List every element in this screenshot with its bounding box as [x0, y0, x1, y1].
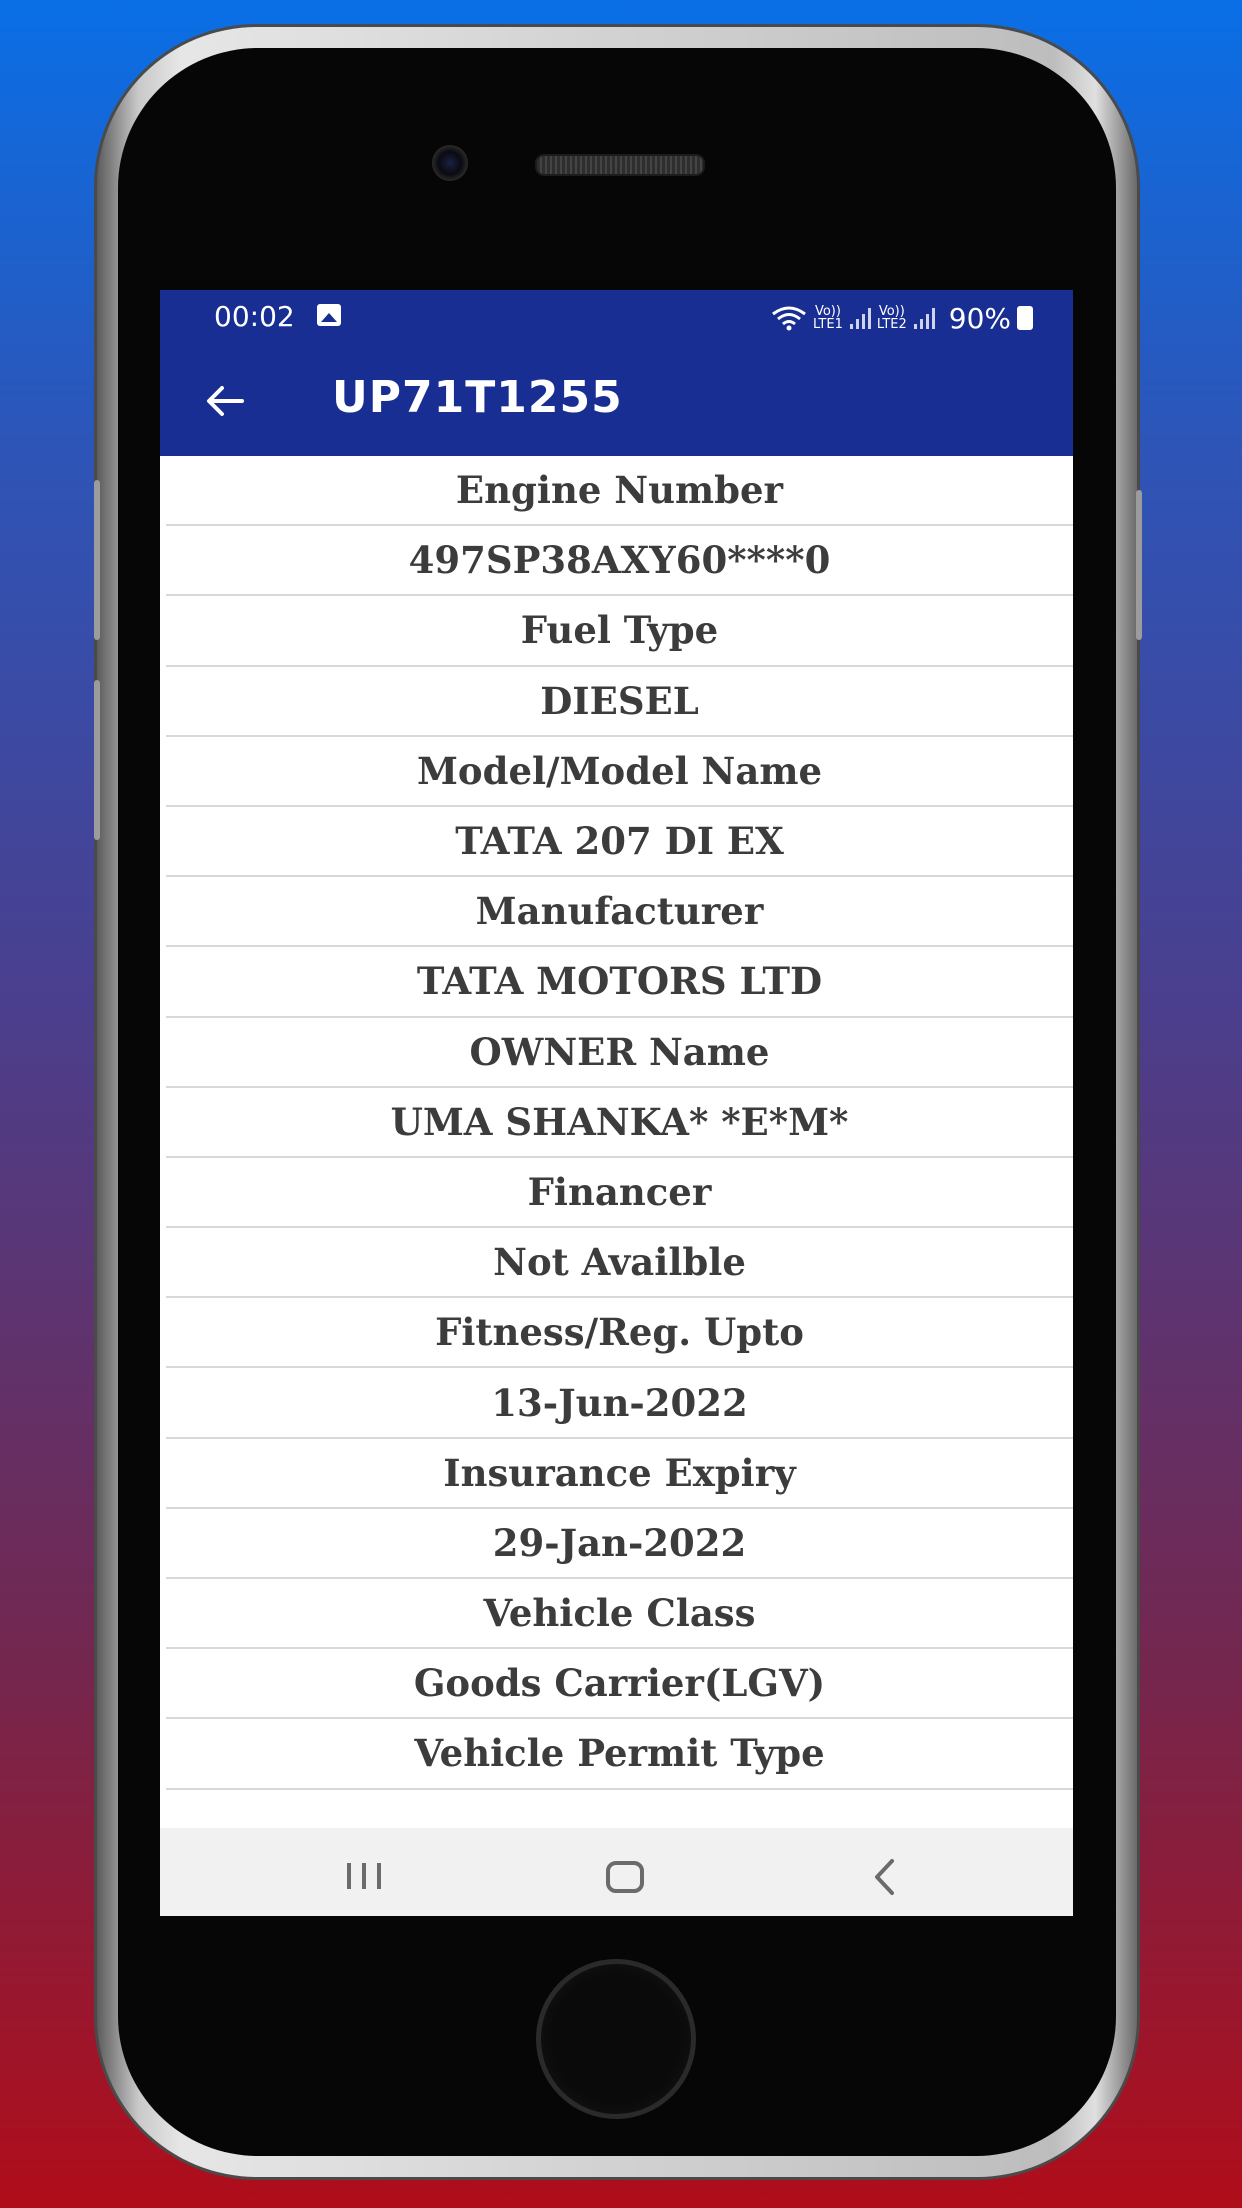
- recents-icon[interactable]: [345, 1861, 383, 1891]
- list-item: UMA SHANKA* *E*M*: [166, 1088, 1073, 1158]
- list-item: DIESEL: [166, 667, 1073, 737]
- sim2-label: Vo)) LTE2: [876, 304, 907, 332]
- home-icon[interactable]: [605, 1860, 645, 1894]
- list-item: Fitness/Reg. Upto: [166, 1298, 1073, 1369]
- list-item: TATA 207 DI EX: [166, 807, 1073, 878]
- sim1-label: Vo)) LTE1: [812, 304, 843, 332]
- system-navigation-bar: [160, 1828, 1073, 1916]
- front-camera: [432, 145, 468, 181]
- physical-home-button: [536, 1959, 696, 2119]
- list-item: Model/Model Name: [166, 737, 1073, 807]
- list-item: OWNER Name: [166, 1018, 1073, 1088]
- list-item: Engine Number: [166, 456, 1073, 527]
- list-item: Fuel Type: [166, 596, 1073, 667]
- vehicle-details-list[interactable]: Engine Number 497SP38AXY60****0 Fuel Typ…: [160, 456, 1073, 1790]
- app-bar: UP71T1255: [160, 346, 1073, 456]
- list-item: Financer: [166, 1158, 1073, 1229]
- status-indicators: Vo)) LTE1 Vo)) LTE2 90%: [771, 298, 1033, 338]
- signal-icon-sim2: [913, 308, 935, 329]
- back-arrow-icon[interactable]: [200, 376, 250, 426]
- phone-screen: 00:02 Vo)) LTE1 Vo)) LTE2 90% UP71T1255 …: [160, 290, 1073, 1916]
- back-icon[interactable]: [872, 1858, 896, 1896]
- signal-icon: [849, 308, 871, 329]
- list-item: 29-Jan-2022: [166, 1509, 1073, 1579]
- list-item: 13-Jun-2022: [166, 1368, 1073, 1439]
- volume-button-lower: [94, 680, 100, 840]
- gallery-icon: [317, 304, 341, 326]
- list-item: 497SP38AXY60****0: [166, 526, 1073, 597]
- wifi-icon: [772, 306, 806, 331]
- list-item: TATA MOTORS LTD: [166, 947, 1073, 1018]
- list-item: Vehicle Class: [166, 1579, 1073, 1650]
- volume-button: [94, 480, 100, 640]
- list-item: Goods Carrier(LGV): [166, 1649, 1073, 1720]
- battery-percentage: 90%: [948, 301, 1011, 335]
- power-button: [1136, 490, 1142, 640]
- battery-charging-icon: [1017, 306, 1033, 330]
- list-item: Manufacturer: [166, 877, 1073, 948]
- earpiece-speaker: [535, 154, 705, 176]
- status-time: 00:02: [214, 300, 295, 333]
- list-item: Not Availble: [166, 1228, 1073, 1299]
- status-bar: 00:02 Vo)) LTE1 Vo)) LTE2 90%: [160, 290, 1073, 346]
- list-item: Vehicle Permit Type: [166, 1719, 1073, 1790]
- list-item: Insurance Expiry: [166, 1439, 1073, 1509]
- page-title: UP71T1255: [332, 372, 623, 423]
